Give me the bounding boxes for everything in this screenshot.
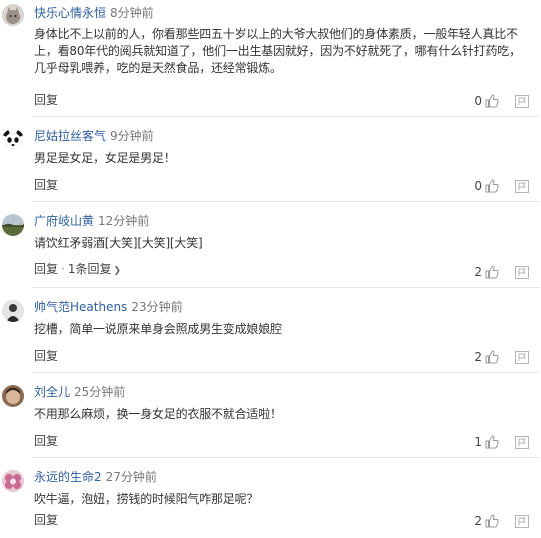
comment-header: 帅气范Heathens 23分钟前 xyxy=(34,300,183,314)
comment-header: 刘全儿 25分钟前 xyxy=(34,385,125,399)
comment-header: 快乐心情永恒 8分钟前 xyxy=(34,6,154,20)
face-avatar-icon[interactable] xyxy=(2,385,24,407)
comment-line: 挖槽，简单一说原来单身会照成男生变成娘娘腔 xyxy=(34,322,282,336)
comment-item: 快乐心情永恒 8分钟前 身体比不上以前的人，你看那些四五十岁以上的大爷大叔他们的身… xyxy=(0,0,541,117)
timestamp: 23分钟前 xyxy=(131,300,183,314)
reply-button[interactable]: 回复 xyxy=(34,513,58,527)
thumbs-up-icon[interactable] xyxy=(485,350,499,364)
timestamp: 12分钟前 xyxy=(98,214,150,228)
thumbs-up-icon[interactable] xyxy=(485,265,499,279)
like-count: 0 xyxy=(474,94,482,108)
comment-actions: 回复 xyxy=(34,93,58,107)
username[interactable]: 广府岐山黄 xyxy=(34,214,94,228)
username[interactable]: 快乐心情永恒 xyxy=(34,6,106,20)
like-count: 2 xyxy=(474,514,482,528)
username[interactable]: 刘全儿 xyxy=(34,385,70,399)
comment-item: 广府岐山黄 12分钟前 请饮红矛弱酒[大笑][大笑][大笑] 回复 · 1条回复 ❯ 2 xyxy=(0,202,541,288)
like-button[interactable]: 1 xyxy=(474,434,499,450)
comment-line: 吹牛逼，泡妞，捞钱的时候阳气咋那足呢？ xyxy=(34,492,259,506)
timestamp: 25分钟前 xyxy=(74,385,126,399)
comment-text: 吹牛逼，泡妞，捞钱的时候阳气咋那足呢？ xyxy=(34,491,529,508)
flower-avatar-icon[interactable] xyxy=(2,470,24,492)
username[interactable]: 帅气范Heathens xyxy=(34,300,127,314)
chevron-down-icon: ❯ xyxy=(113,266,122,276)
thumbs-up-icon[interactable] xyxy=(485,435,499,449)
comment-header: 尼姑拉丝客气 9分钟前 xyxy=(34,129,154,143)
cat-avatar-icon[interactable] xyxy=(2,4,24,26)
like-count: 1 xyxy=(474,435,482,449)
report-flag-icon[interactable] xyxy=(515,515,529,528)
thumbs-up-icon[interactable] xyxy=(485,94,499,108)
timestamp: 8分钟前 xyxy=(110,6,154,20)
comment-line: 男足是女足，女足是男足！ xyxy=(34,151,176,165)
report-flag-icon[interactable] xyxy=(515,95,529,108)
reply-count: 1条回复 xyxy=(67,262,112,276)
report-flag-icon[interactable] xyxy=(515,180,529,193)
view-replies-button[interactable]: 1条回复 ❯ xyxy=(68,262,121,276)
separator-dot: · xyxy=(61,262,65,276)
comment-item: 尼姑拉丝客气 9分钟前 男足是女足，女足是男足！ 回复 0 xyxy=(0,117,541,202)
report-flag-icon[interactable] xyxy=(515,436,529,449)
comment-actions: 回复 xyxy=(34,178,58,192)
comment-header: 广府岐山黄 12分钟前 xyxy=(34,214,149,228)
username[interactable]: 永远的生命2 xyxy=(34,470,102,484)
comment-line: 身体比不上以前的人，你看那些四五十岁以上的大爷大叔他们的身体素质，一般年轻人真比… xyxy=(34,27,518,41)
reply-button[interactable]: 回复 xyxy=(34,262,58,276)
thumbs-up-icon[interactable] xyxy=(485,179,499,193)
like-count: 2 xyxy=(474,265,482,279)
report-flag-icon[interactable] xyxy=(515,351,529,364)
like-button[interactable]: 2 xyxy=(474,349,499,365)
comment-text: 请饮红矛弱酒[大笑][大笑][大笑] xyxy=(34,235,529,252)
comment-line: 请饮红矛弱酒[大笑][大笑][大笑] xyxy=(34,236,203,250)
comment-header: 永远的生命2 27分钟前 xyxy=(34,470,157,484)
comment-line: 不用那么麻烦，换一身女足的衣服不就合适啦！ xyxy=(34,407,282,421)
comment-text: 挖槽，简单一说原来单身会照成男生变成娘娘腔 xyxy=(34,321,529,338)
reply-button[interactable]: 回复 xyxy=(34,178,58,192)
figure-avatar-icon[interactable] xyxy=(2,300,24,322)
comment-line: 上，看80年代的阅兵就知道了，他们一出生基因就好，因为不好就死了，哪有什么针打药… xyxy=(34,44,521,58)
thumbs-up-icon[interactable] xyxy=(485,514,499,528)
comment-text: 身体比不上以前的人，你看那些四五十岁以上的大爷大叔他们的身体素质，一般年轻人真比… xyxy=(34,26,529,77)
panda-avatar-icon[interactable] xyxy=(2,129,24,151)
comment-actions: 回复 xyxy=(34,513,58,527)
timestamp: 9分钟前 xyxy=(110,129,154,143)
like-button[interactable]: 0 xyxy=(474,93,499,109)
like-button[interactable]: 2 xyxy=(474,264,499,280)
like-count: 2 xyxy=(474,350,482,364)
comment-actions: 回复 · 1条回复 ❯ xyxy=(34,262,121,278)
reply-button[interactable]: 回复 xyxy=(34,93,58,107)
report-flag-icon[interactable] xyxy=(515,266,529,279)
like-count: 0 xyxy=(474,179,482,193)
like-button[interactable]: 0 xyxy=(474,178,499,194)
timestamp: 27分钟前 xyxy=(105,470,157,484)
comment-actions: 回复 xyxy=(34,434,58,448)
comment-item: 刘全儿 25分钟前 不用那么麻烦，换一身女足的衣服不就合适啦！ 回复 1 xyxy=(0,373,541,458)
like-button[interactable]: 2 xyxy=(474,513,499,529)
username[interactable]: 尼姑拉丝客气 xyxy=(34,129,106,143)
comment-text: 不用那么麻烦，换一身女足的衣服不就合适啦！ xyxy=(34,406,529,423)
reply-button[interactable]: 回复 xyxy=(34,349,58,363)
comment-text: 男足是女足，女足是男足！ xyxy=(34,150,529,167)
reply-button[interactable]: 回复 xyxy=(34,434,58,448)
comment-actions: 回复 xyxy=(34,349,58,363)
landscape-avatar-icon[interactable] xyxy=(2,214,24,236)
comment-item: 帅气范Heathens 23分钟前 挖槽，简单一说原来单身会照成男生变成娘娘腔 回… xyxy=(0,288,541,373)
comment-line: 几乎母乳喂养，吃的是天然食品，还经常锻炼。 xyxy=(34,61,282,75)
comment-item: 永远的生命2 27分钟前 吹牛逼，泡妞，捞钱的时候阳气咋那足呢？ 回复 2 xyxy=(0,458,541,538)
